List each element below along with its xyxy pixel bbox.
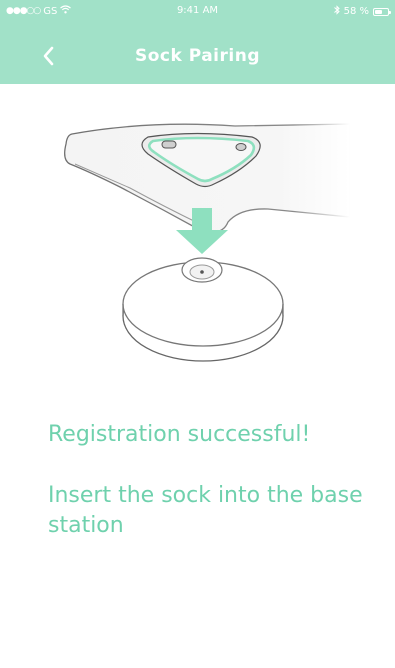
bluetooth-icon: [333, 5, 340, 18]
registration-success-message: Registration successful!: [48, 422, 311, 447]
page-title: Sock Pairing: [134, 46, 260, 66]
sock-into-base-station-illustration: [0, 112, 395, 372]
nav-bar: Sock Pairing: [0, 30, 395, 82]
header: ●●●○○ GS 9:41 AM 58 % Sock Pairing: [0, 0, 395, 84]
sock-pairing-screen: ●●●○○ GS 9:41 AM 58 % Sock Pairing Regis…: [0, 0, 395, 668]
instruction-message: Insert the sock into the base station: [48, 483, 363, 538]
base-station-shape: [122, 257, 284, 362]
status-bar: ●●●○○ GS 9:41 AM 58 %: [0, 0, 395, 22]
battery-icon: [373, 7, 391, 16]
battery-percent: 58 %: [343, 6, 369, 17]
status-right: 58 %: [333, 5, 391, 18]
